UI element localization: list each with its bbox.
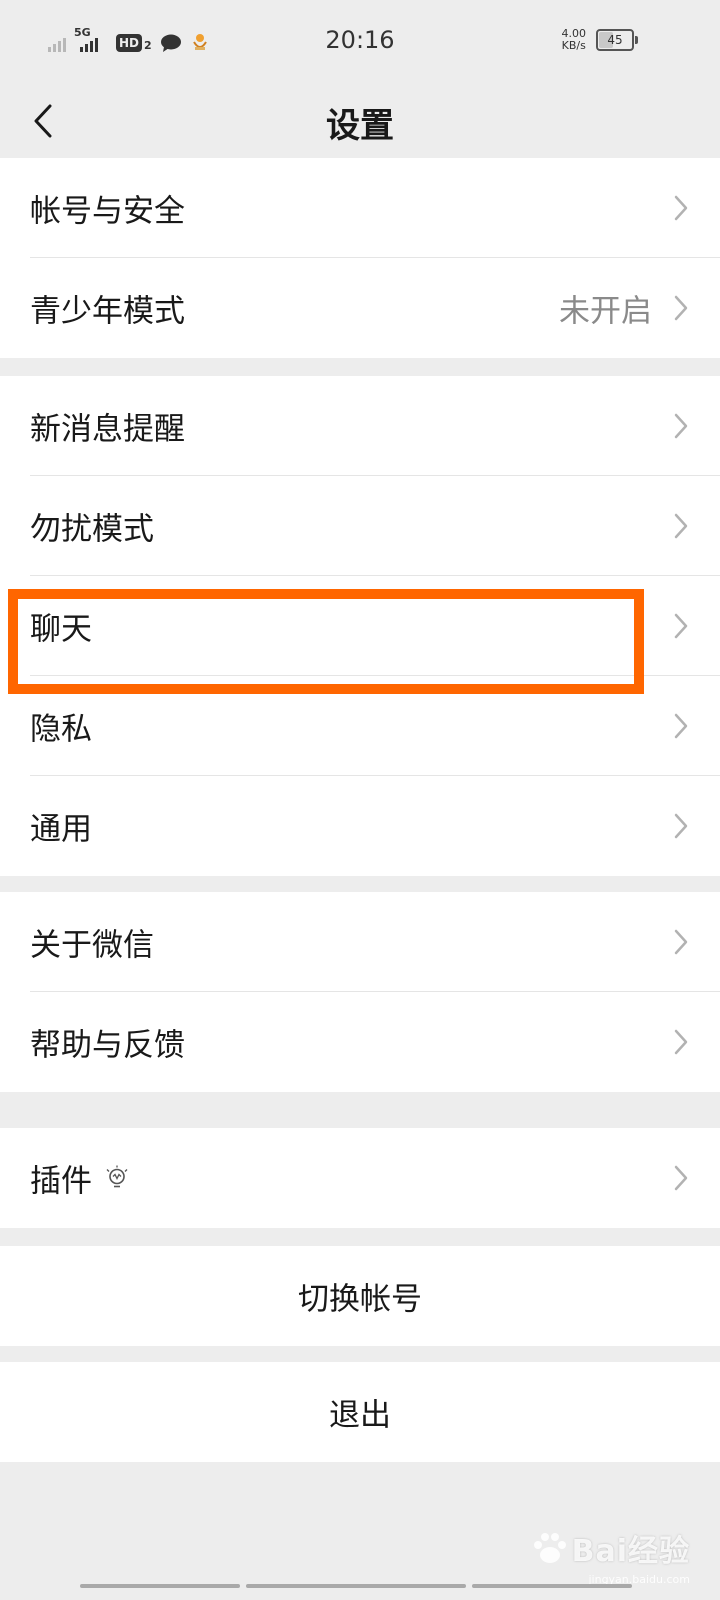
speed-unit: KB/s — [561, 39, 586, 52]
chevron-right-icon — [674, 1165, 688, 1191]
logout-label: 退出 — [329, 1397, 391, 1434]
chevron-right-icon — [674, 813, 688, 839]
gesture-bar[interactable] — [80, 1584, 632, 1588]
network-speed: 4.00 KB/s — [562, 28, 587, 52]
chevron-right-icon — [674, 513, 688, 539]
row-label: 聊天 — [30, 611, 92, 648]
logout-button[interactable]: 退出 — [0, 1362, 720, 1462]
logout-group: 退出 — [0, 1362, 720, 1462]
status-right: 4.00 KB/s 45 — [562, 28, 638, 52]
row-do-not-disturb[interactable]: 勿扰模式 — [0, 476, 720, 576]
nav-bar: 设置 — [0, 84, 720, 158]
row-label: 关于微信 — [30, 927, 154, 964]
chevron-right-icon — [674, 929, 688, 955]
settings-group-account: 帐号与安全 青少年模式 未开启 — [0, 158, 720, 358]
paw-icon — [533, 1533, 566, 1563]
row-account-security[interactable]: 帐号与安全 — [0, 158, 720, 258]
row-label: 隐私 — [30, 711, 92, 748]
settings-group-general: 新消息提醒 勿扰模式 聊天 隐私 通用 — [0, 376, 720, 876]
row-help-feedback[interactable]: 帮助与反馈 — [0, 992, 720, 1092]
settings-group-about: 关于微信 帮助与反馈 — [0, 892, 720, 1092]
lightbulb-icon — [106, 1165, 128, 1187]
switch-account-group: 切换帐号 — [0, 1246, 720, 1346]
chevron-right-icon — [674, 1029, 688, 1055]
row-youth-mode[interactable]: 青少年模式 未开启 — [0, 258, 720, 358]
row-label: 通用 — [30, 811, 92, 848]
row-privacy[interactable]: 隐私 — [0, 676, 720, 776]
row-label: 青少年模式 — [30, 293, 185, 330]
switch-account-label: 切换帐号 — [298, 1281, 422, 1318]
row-label: 插件 — [30, 1163, 92, 1200]
row-label: 新消息提醒 — [30, 411, 185, 448]
row-label-wrap: 插件 — [30, 1156, 128, 1201]
row-chat[interactable]: 聊天 — [0, 576, 720, 676]
battery-icon: 45 — [596, 29, 638, 51]
row-value: 未开启 — [559, 293, 652, 330]
switch-account-button[interactable]: 切换帐号 — [0, 1246, 720, 1346]
row-new-message-notify[interactable]: 新消息提醒 — [0, 376, 720, 476]
row-label: 帮助与反馈 — [30, 1027, 185, 1064]
chevron-right-icon — [674, 295, 688, 321]
row-general[interactable]: 通用 — [0, 776, 720, 876]
row-label: 帐号与安全 — [30, 193, 185, 230]
battery-level: 45 — [607, 33, 623, 47]
row-about-wechat[interactable]: 关于微信 — [0, 892, 720, 992]
page-title: 设置 — [326, 106, 394, 146]
row-plugins[interactable]: 插件 — [0, 1128, 720, 1228]
status-bar: 5G HD 2 20:16 4.00 KB/s 45 — [0, 0, 720, 84]
watermark: Bai经验 jingyan.baidu.com — [532, 1526, 690, 1586]
settings-group-plugins: 插件 — [0, 1128, 720, 1228]
chevron-right-icon — [674, 195, 688, 221]
chevron-right-icon — [674, 413, 688, 439]
chevron-right-icon — [674, 613, 688, 639]
watermark-text: Bai经验 — [571, 1534, 690, 1569]
chevron-right-icon — [674, 713, 688, 739]
row-label: 勿扰模式 — [30, 511, 154, 548]
